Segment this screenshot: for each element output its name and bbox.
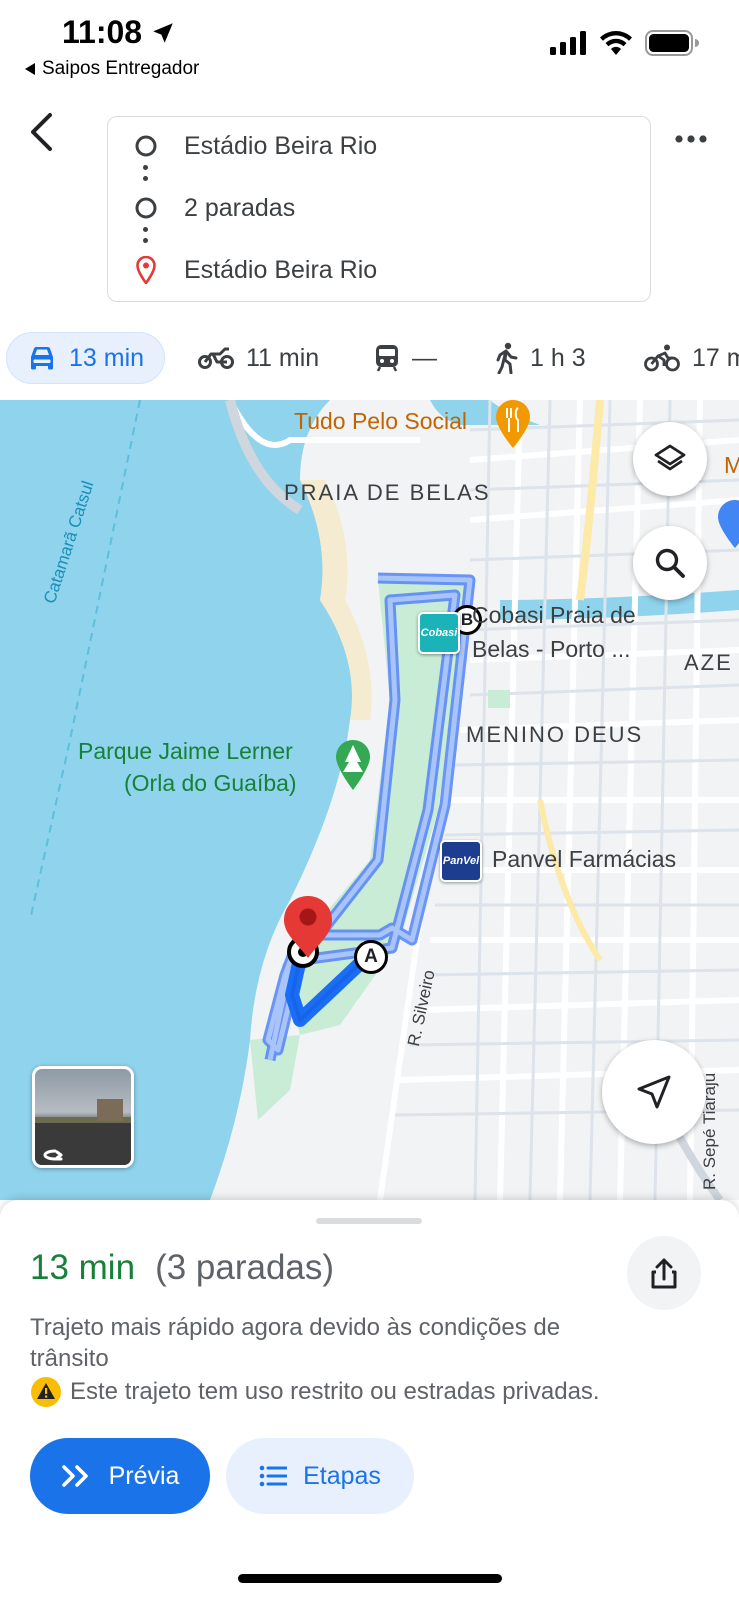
route-stops-box[interactable]: Estádio Beira Rio 2 paradas Estádio Beir… bbox=[107, 116, 651, 302]
panvel-logo-badge[interactable]: PanVel bbox=[440, 840, 482, 882]
map-search-button[interactable] bbox=[633, 526, 707, 600]
poi-label-panvel[interactable]: Panvel Farmácias bbox=[492, 846, 676, 873]
steps-label: Etapas bbox=[303, 1461, 381, 1490]
car-icon bbox=[31, 347, 53, 370]
mode-transit-time: — bbox=[412, 343, 437, 372]
directions-header: Estádio Beira Rio 2 paradas Estádio Beir… bbox=[0, 92, 739, 318]
stop-destination[interactable]: Estádio Beira Rio bbox=[108, 245, 650, 295]
origin-label: Estádio Beira Rio bbox=[184, 131, 378, 160]
route-warning-text: Este trajeto tem uso restrito ou estrada… bbox=[70, 1378, 600, 1405]
street-view-rotate-icon bbox=[35, 1099, 131, 1165]
mode-tab-cycling[interactable]: 17 m bbox=[644, 332, 739, 384]
poi-label-partial: M bbox=[724, 452, 739, 478]
home-indicator[interactable] bbox=[238, 1574, 502, 1583]
park-label-line1[interactable]: Parque Jaime Lerner bbox=[78, 738, 293, 765]
bike-icon bbox=[644, 344, 680, 372]
layers-icon bbox=[654, 444, 686, 471]
mode-cycling-time: 17 m bbox=[692, 343, 739, 372]
mode-motorcycle-time: 11 min bbox=[246, 343, 320, 372]
poi-label-cobasi-1[interactable]: Cobasi Praia de bbox=[472, 602, 636, 629]
search-icon bbox=[655, 548, 685, 578]
neighborhood-label-menino-deus: MENINO DEUS bbox=[466, 722, 644, 747]
route-description: Trajeto mais rápido agora devido às cond… bbox=[30, 1314, 561, 1372]
route-summary-sheet[interactable]: 13 min (3 paradas) Trajeto mais rápido a… bbox=[0, 1200, 739, 1600]
wifi-icon bbox=[600, 31, 632, 55]
mode-tab-transit[interactable]: — bbox=[374, 332, 437, 384]
travel-mode-tabs: 13 min 11 min — 1 h 3 17 m bbox=[0, 330, 739, 390]
destination-label: Estádio Beira Rio bbox=[184, 255, 378, 284]
more-horizontal-icon bbox=[675, 135, 707, 143]
stop-circle-icon bbox=[135, 197, 157, 219]
layers-button[interactable] bbox=[633, 422, 707, 496]
warning-icon bbox=[31, 1377, 61, 1407]
sheet-drag-handle[interactable] bbox=[316, 1218, 422, 1224]
transit-icon bbox=[376, 345, 398, 372]
location-arrow-icon bbox=[153, 22, 173, 43]
panvel-badge-text: PanVel bbox=[442, 855, 480, 867]
mode-tab-walking[interactable]: 1 h 3 bbox=[494, 332, 586, 384]
navigation-arrow-icon bbox=[637, 1075, 671, 1109]
mode-walking-time: 1 h 3 bbox=[530, 343, 586, 372]
share-button[interactable] bbox=[627, 1236, 701, 1310]
share-icon bbox=[651, 1258, 677, 1289]
waypoint-a-marker[interactable]: A bbox=[354, 940, 388, 974]
poi-label-tudo-pelo-social[interactable]: Tudo Pelo Social bbox=[294, 408, 467, 435]
neighborhood-label-azenha: AZE bbox=[684, 650, 733, 675]
system-icons bbox=[549, 30, 699, 56]
walk-icon bbox=[496, 342, 518, 374]
stop-origin[interactable]: Estádio Beira Rio bbox=[108, 121, 650, 171]
neighborhood-label-praia-de-belas: PRAIA DE BELAS bbox=[284, 480, 491, 505]
arrow-back-icon bbox=[31, 113, 52, 151]
clock-text: 11:08 bbox=[62, 14, 143, 50]
mode-tab-driving[interactable]: 13 min bbox=[6, 332, 166, 384]
park-label-line2[interactable]: (Orla do Guaíba) bbox=[124, 770, 297, 797]
route-stop-count: (3 paradas) bbox=[155, 1248, 335, 1287]
route-duration: 13 min bbox=[30, 1248, 136, 1287]
back-button[interactable] bbox=[22, 112, 62, 152]
back-triangle-icon bbox=[25, 63, 35, 75]
cobasi-badge-text: Cobasi bbox=[420, 627, 458, 639]
cobasi-logo-badge[interactable]: Cobasi bbox=[418, 612, 460, 654]
street-view-thumbnail[interactable] bbox=[32, 1066, 134, 1168]
preview-label: Prévia bbox=[108, 1461, 180, 1490]
origin-circle-icon bbox=[135, 135, 157, 157]
intermediate-label: 2 paradas bbox=[184, 193, 296, 222]
map-view[interactable]: A B Cobasi PanVel Tudo Pelo Social PRAIA… bbox=[0, 400, 739, 1200]
stop-intermediate[interactable]: 2 paradas bbox=[108, 183, 650, 233]
route-warning: Este trajeto tem uso restrito ou estrada… bbox=[30, 1376, 600, 1408]
status-time: 11:08 bbox=[62, 14, 176, 51]
destination-pin-icon bbox=[136, 256, 156, 284]
back-app-label: Saipos Entregador bbox=[42, 58, 200, 79]
mode-tab-motorcycle[interactable]: 11 min bbox=[198, 332, 319, 384]
double-chevron-icon bbox=[61, 1465, 88, 1487]
route-summary: 13 min (3 paradas) bbox=[30, 1248, 334, 1288]
back-to-app-link[interactable]: Saipos Entregador bbox=[24, 58, 199, 80]
signal-icon bbox=[550, 31, 586, 55]
battery-icon bbox=[645, 30, 699, 56]
poi-label-cobasi-2[interactable]: Belas - Porto ... bbox=[472, 636, 631, 663]
recenter-button[interactable] bbox=[602, 1040, 706, 1144]
steps-button[interactable]: Etapas bbox=[226, 1438, 414, 1514]
more-options-button[interactable] bbox=[671, 124, 711, 154]
list-icon bbox=[259, 1465, 288, 1487]
waypoint-a-label: A bbox=[364, 946, 378, 967]
status-bar: 11:08 Saipos Entregador bbox=[0, 0, 739, 92]
motorcycle-icon bbox=[198, 347, 234, 369]
preview-button[interactable]: Prévia bbox=[30, 1438, 210, 1514]
mode-driving-time: 13 min bbox=[69, 343, 145, 372]
